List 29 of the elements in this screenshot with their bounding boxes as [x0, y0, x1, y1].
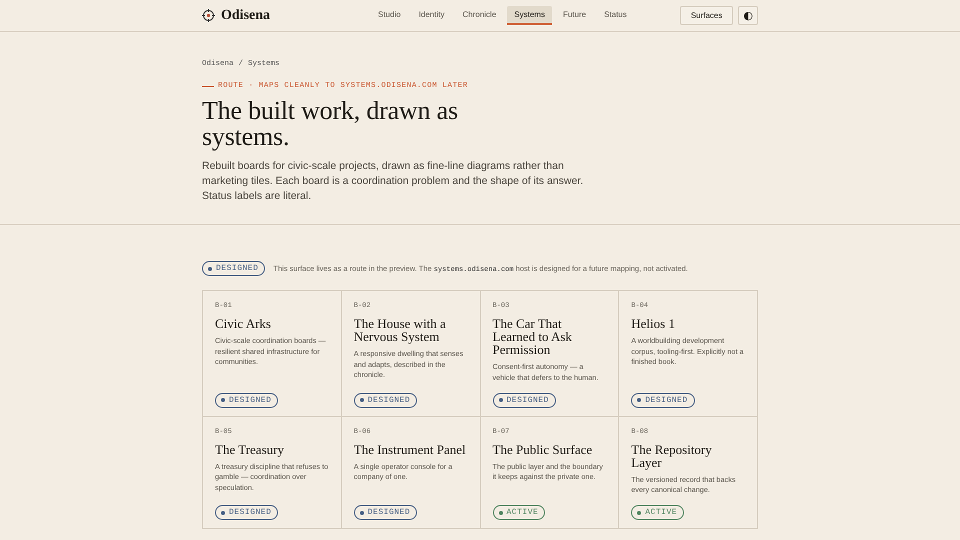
- nav-tab[interactable]: Identity: [412, 6, 452, 25]
- nav-tab[interactable]: Chronicle: [455, 6, 504, 25]
- status-badge: DESIGNED: [202, 261, 266, 276]
- board-title: The Public Surface: [492, 442, 594, 456]
- status-badge: DESIGNED: [631, 392, 695, 408]
- board-title: Civic Arks: [215, 317, 272, 330]
- crosshair-logo-icon: [202, 9, 215, 22]
- nav-tab[interactable]: Studio: [371, 6, 408, 25]
- status-badge: ACTIVE: [492, 505, 546, 520]
- status-badge: DESIGNED: [215, 505, 278, 520]
- nav-tab[interactable]: Status: [597, 6, 634, 25]
- board-title: The Repository Layer: [631, 442, 713, 468]
- page-title: The built work, drawn as systems.: [202, 98, 459, 150]
- board-title: The Treasury: [215, 442, 285, 456]
- status-badge: DESIGNED: [354, 505, 418, 520]
- brand-name[interactable]: Odisena: [221, 8, 270, 24]
- status-badge: DESIGNED: [492, 392, 556, 408]
- board-title: Helios 1: [631, 317, 676, 330]
- theme-toggle-button[interactable]: ◐: [738, 6, 758, 25]
- nav-tab[interactable]: Systems: [507, 6, 552, 25]
- board-title: The Instrument Panel: [354, 442, 467, 456]
- surfaces-button[interactable]: Surfaces: [680, 6, 734, 25]
- nav-tab[interactable]: Future: [556, 6, 594, 25]
- status-badge: DESIGNED: [354, 392, 418, 408]
- board-title: The Car That Learned to Ask Permission: [492, 317, 573, 356]
- status-badge: DESIGNED: [215, 392, 278, 408]
- board-title: The House with a Nervous System: [354, 317, 447, 343]
- status-badge: ACTIVE: [631, 505, 684, 520]
- intro-text: Rebuilt boards for civic-scale projects, drawn as fine-line diagrams rather than marketing tiles. Each board is a coordination problem and the shape of its answer. Status labels are literal.: [202, 159, 584, 204]
